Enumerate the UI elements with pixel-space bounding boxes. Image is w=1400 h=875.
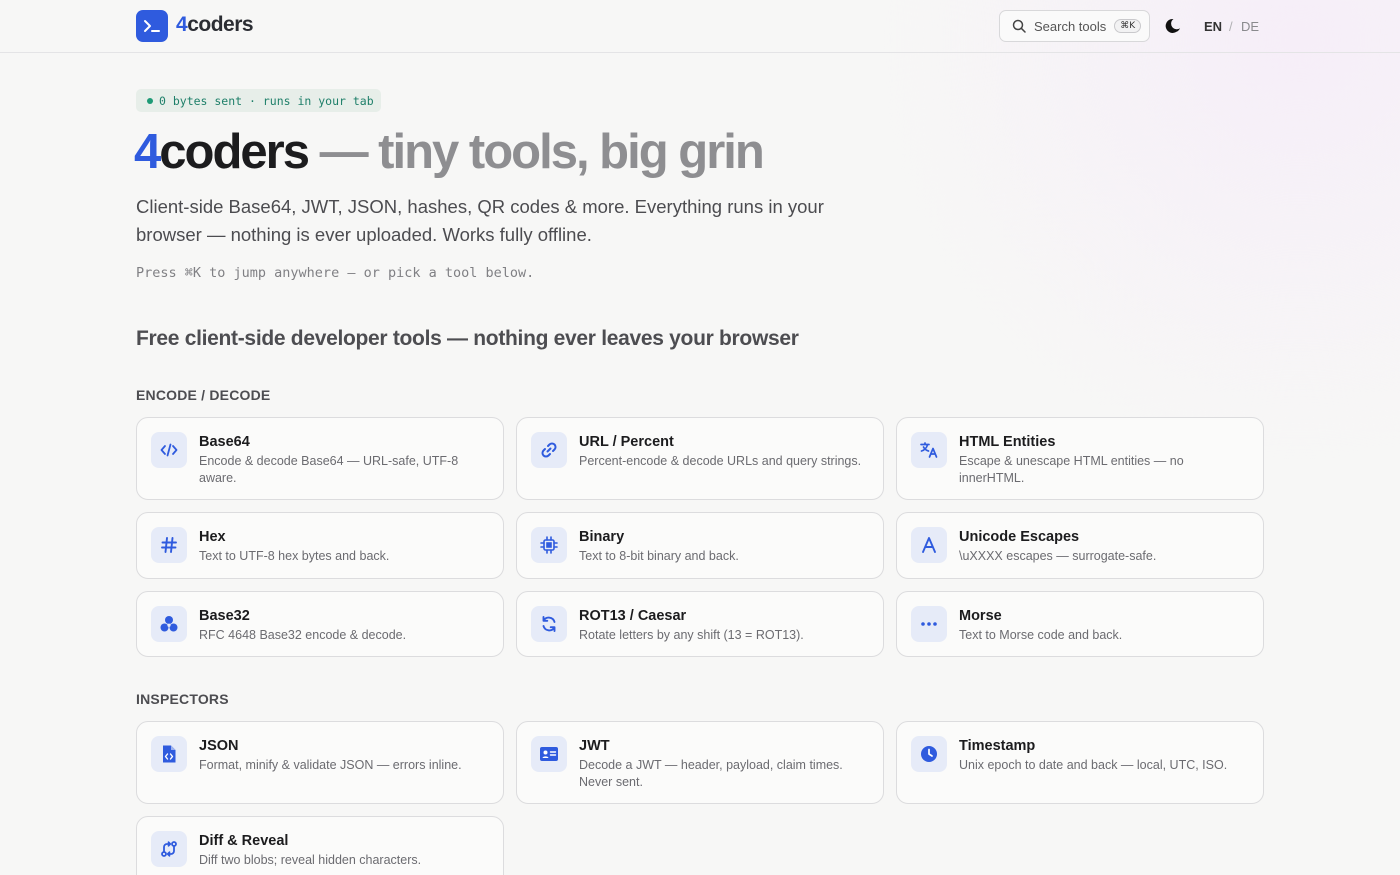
dots-icon xyxy=(911,606,947,642)
tool-title: JWT xyxy=(579,738,610,754)
search-icon xyxy=(1012,19,1026,33)
page-title: 4coders — tiny tools, big grin xyxy=(134,124,765,180)
tool-title: HTML Entities xyxy=(959,434,1056,450)
status-dot xyxy=(147,97,153,104)
top-bar: 4coders Search tools ⌘K EN / DE xyxy=(0,0,1400,53)
category-heading-inspectors: INSPECTORS xyxy=(136,691,229,707)
keyboard-hint: Press ⌘K to jump anywhere — or pick a to… xyxy=(136,265,535,281)
tool-card-binary[interactable]: Binary Text to 8-bit binary and back. xyxy=(516,512,884,579)
tool-description: Unix epoch to date and back — local, UTC… xyxy=(959,758,1228,772)
refresh-icon xyxy=(531,606,567,642)
tool-description: Text to Morse code and back. xyxy=(959,628,1123,642)
tool-description: Percent-encode & decode URLs and query s… xyxy=(579,454,862,468)
tool-description: Diff two blobs; reveal hidden characters… xyxy=(199,853,422,867)
tool-card-json[interactable]: JSON Format, minify & validate JSON — er… xyxy=(136,721,504,804)
code-icon xyxy=(151,432,187,468)
category-heading-encode-decode: ENCODE / DECODE xyxy=(136,387,271,403)
tool-title: Base64 xyxy=(199,434,250,450)
tool-title: ROT13 / Caesar xyxy=(579,608,687,624)
logo-terminal-icon[interactable] xyxy=(136,10,168,42)
privacy-badge: 0 bytes sent · runs in your tab xyxy=(136,89,381,112)
tool-card-jwt[interactable]: JWT Decode a JWT — header, payload, clai… xyxy=(516,721,884,804)
search-shortcut-badge: ⌘K xyxy=(1114,19,1142,33)
logo-wordmark[interactable]: 4coders xyxy=(176,13,254,37)
id-card-icon xyxy=(531,736,567,772)
title-four: 4 xyxy=(134,125,161,179)
tool-description: Text to UTF-8 hex bytes and back. xyxy=(199,549,390,563)
diff-icon xyxy=(151,831,187,867)
tool-card-base64[interactable]: Base64 Encode & decode Base64 — URL-safe… xyxy=(136,417,504,500)
hero-subtitle: Client-side Base64, JWT, JSON, hashes, Q… xyxy=(136,196,824,245)
search-tools-button[interactable]: Search tools ⌘K xyxy=(999,10,1150,42)
tool-title: URL / Percent xyxy=(579,434,674,450)
tool-description: Decode a JWT — header, payload, claim ti… xyxy=(579,758,843,789)
translate-icon xyxy=(911,432,947,468)
clock-icon xyxy=(911,736,947,772)
link-icon xyxy=(531,432,567,468)
tool-description: \uXXXX escapes — surrogate-safe. xyxy=(959,549,1157,563)
tool-card-html-entities[interactable]: HTML Entities Escape & unescape HTML ent… xyxy=(896,417,1264,500)
tool-description: Encode & decode Base64 — URL-safe, UTF-8… xyxy=(199,454,459,485)
tool-title: Diff & Reveal xyxy=(199,833,289,849)
tool-description: RFC 4648 Base32 encode & decode. xyxy=(199,628,407,642)
shapes-icon xyxy=(151,606,187,642)
tool-title: Timestamp xyxy=(959,738,1036,754)
code-file-icon xyxy=(151,736,187,772)
hash-icon xyxy=(151,527,187,563)
tool-card-diff-reveal[interactable]: Diff & Reveal Diff two blobs; reveal hid… xyxy=(136,816,504,875)
theme-toggle-moon-icon[interactable] xyxy=(1164,17,1182,35)
tool-title: JSON xyxy=(199,738,239,754)
tool-description: Rotate letters by any shift (13 = ROT13)… xyxy=(579,628,804,642)
tool-description: Text to 8-bit binary and back. xyxy=(579,549,739,563)
logo-coders: coders xyxy=(187,13,254,36)
language-separator: / xyxy=(1229,19,1233,34)
chip-icon xyxy=(531,527,567,563)
search-label: Search tools xyxy=(1034,18,1107,34)
tool-card-hex[interactable]: Hex Text to UTF-8 hex bytes and back. xyxy=(136,512,504,579)
language-de[interactable]: DE xyxy=(1241,19,1259,34)
letter-a-icon xyxy=(911,527,947,563)
tool-card-timestamp[interactable]: Timestamp Unix epoch to date and back — … xyxy=(896,721,1264,804)
tool-description: Format, minify & validate JSON — errors … xyxy=(199,758,462,772)
tool-card-url-percent[interactable]: URL / Percent Percent-encode & decode UR… xyxy=(516,417,884,500)
tool-title: Hex xyxy=(199,529,226,545)
privacy-badge-text: 0 bytes sent · runs in your tab xyxy=(159,93,374,108)
tool-title: Binary xyxy=(579,529,625,545)
language-en[interactable]: EN xyxy=(1204,19,1222,34)
section-heading: Free client-side developer tools — nothi… xyxy=(136,327,799,350)
tool-title: Morse xyxy=(959,608,1002,624)
title-tagline: — tiny tools, big grin xyxy=(307,125,765,179)
tool-card-unicode-escapes[interactable]: Unicode Escapes \uXXXX escapes — surroga… xyxy=(896,512,1264,579)
logo-four: 4 xyxy=(176,13,188,36)
tool-card-morse[interactable]: Morse Text to Morse code and back. xyxy=(896,591,1264,657)
tool-card-base32[interactable]: Base32 RFC 4648 Base32 encode & decode. xyxy=(136,591,504,657)
title-brand: coders xyxy=(159,125,310,179)
tool-card-rot13-caesar[interactable]: ROT13 / Caesar Rotate letters by any shi… xyxy=(516,591,884,657)
tool-title: Base32 xyxy=(199,608,250,624)
tool-description: Escape & unescape HTML entities — no inn… xyxy=(959,454,1184,485)
tool-title: Unicode Escapes xyxy=(959,529,1080,545)
